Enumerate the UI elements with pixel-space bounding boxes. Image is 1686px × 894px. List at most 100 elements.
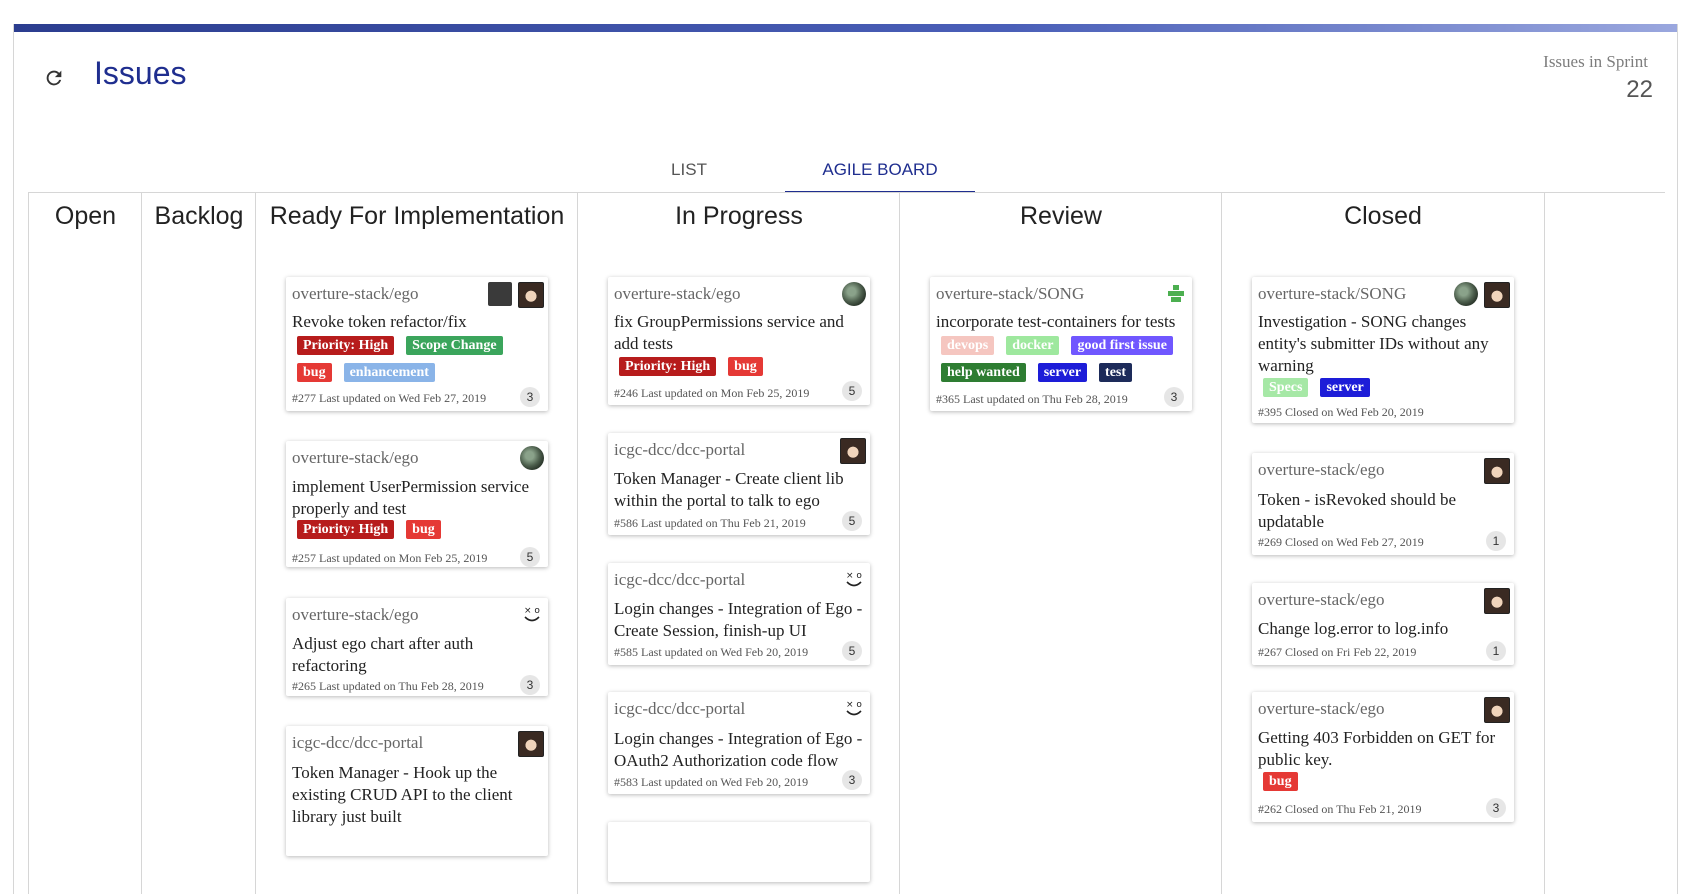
tab-agile-board[interactable]: AGILE BOARD [785,149,975,193]
label-badge: Priority: High [619,357,717,376]
issue-repo: overture-stack/ego [1258,699,1385,718]
comment-count: 5 [842,641,862,661]
column-review: Review overture-stack/SONG incorporate t… [899,193,1222,894]
smile-avatar: × o [842,568,866,592]
label-badge: Priority: High [297,336,395,355]
issue-meta: #365 Last updated on Thu Feb 28, 2019 [936,392,1128,406]
issue-repo: overture-stack/ego [292,284,419,303]
green-avatar [1164,282,1188,306]
issue-card[interactable] [608,822,870,882]
refresh-icon[interactable] [43,67,65,89]
woman-avatar [1484,697,1510,723]
label-badge: Specs [1263,378,1309,397]
issue-card[interactable]: overture-stack/ego Revoke token refactor… [286,277,548,411]
issue-title: Token Manager - Hook up the existing CRU… [292,763,513,826]
issue-card[interactable]: icgc-dcc/dcc-portal Token Manager - Crea… [608,433,870,535]
label-badge: Scope Change [406,336,503,355]
comment-count: 1 [1486,531,1506,551]
issue-title: incorporate test-containers for tests [936,312,1176,331]
issue-meta: #395 Closed on Wed Feb 20, 2019 [1258,405,1424,419]
issue-card[interactable]: overture-stack/ego × o Adjust ego chart … [286,598,548,696]
issue-repo: overture-stack/ego [1258,460,1385,479]
comment-count: 5 [842,381,862,401]
globe-avatar [842,282,866,306]
svg-text:× o: × o [524,606,540,616]
issues-panel: Issues Issues in Sprint 22 LIST AGILE BO… [13,24,1678,894]
woman-avatar [840,438,866,464]
column-title: Ready For Implementation [269,202,565,230]
issue-card[interactable]: icgc-dcc/dcc-portal × o Login changes - … [608,692,870,794]
label-badge: enhancement [343,363,435,382]
issue-title: Change log.error to log.info [1258,619,1449,638]
woman-avatar [518,731,544,757]
issue-title: Getting 403 Forbidden on GET for public … [1258,728,1496,769]
column-title: Backlog [154,202,244,230]
label-badge: Priority: High [297,520,395,539]
comment-count: 3 [1486,798,1506,818]
issue-repo: icgc-dcc/dcc-portal [614,440,746,459]
issue-meta: #246 Last updated on Mon Feb 25, 2019 [614,386,810,400]
globe-avatar [1454,282,1478,306]
issue-meta: #265 Last updated on Thu Feb 28, 2019 [292,679,484,693]
column-open: Open [28,193,142,894]
issue-card[interactable]: overture-stack/ego Getting 403 Forbidden… [1252,692,1514,822]
view-tabs: LIST AGILE BOARD [14,149,1677,193]
issue-card[interactable]: overture-stack/SONG Investigation - SONG… [1252,277,1514,423]
label-badge: bug [297,363,332,382]
column-ready: Ready For Implementation overture-stack/… [255,193,578,894]
comment-count: 5 [520,547,540,567]
column-title: Closed [1344,202,1422,230]
globe-avatar [520,446,544,470]
comment-count: 3 [520,675,540,695]
issue-title: implement UserPermission service properl… [292,477,530,518]
label-badge: bug [728,357,763,376]
issue-card[interactable]: icgc-dcc/dcc-portal × o Login changes - … [608,563,870,665]
woman-avatar [518,282,544,308]
woman-avatar [1484,282,1510,308]
issue-title: Investigation - SONG changes entity's su… [1258,312,1489,375]
issue-card[interactable]: overture-stack/SONG incorporate test-con… [930,277,1192,411]
issue-repo: overture-stack/SONG [1258,284,1407,303]
issue-repo: overture-stack/SONG [936,284,1085,303]
label-badge: server [1037,363,1088,382]
issue-meta: #257 Last updated on Mon Feb 25, 2019 [292,551,488,565]
issue-card[interactable]: overture-stack/ego implement UserPermiss… [286,441,548,567]
issue-card[interactable]: overture-stack/ego fix GroupPermissions … [608,277,870,405]
column-in-progress: In Progress overture-stack/ego fix Group… [577,193,900,894]
issue-meta: #277 Last updated on Wed Feb 27, 2019 [292,391,487,405]
photo-avatar [488,282,512,306]
column-title: Review [1020,202,1102,230]
issue-title: Token - isRevoked should be updatable [1258,490,1457,531]
column-title: Open [54,202,117,230]
label-badge: bug [406,520,441,539]
issue-repo: icgc-dcc/dcc-portal [614,699,746,718]
label-badge: server [1320,378,1370,397]
svg-text:× o: × o [846,700,862,710]
label-badge: bug [1263,772,1298,791]
label-badge: devops [941,336,995,355]
column-closed: Closed overture-stack/SONG Investigation… [1221,193,1545,894]
issue-meta: #262 Closed on Thu Feb 21, 2019 [1258,802,1422,816]
sprint-count: 22 [1626,76,1653,103]
comment-count: 3 [520,387,540,407]
comment-count: 3 [842,770,862,790]
issue-title: Token Manager - Create client lib within… [614,469,844,510]
smile-avatar: × o [520,603,544,627]
issue-title: Login changes - Integration of Ego - OAu… [614,729,863,770]
column-backlog: Backlog [141,193,256,894]
smile-avatar: × o [842,697,866,721]
issue-repo: overture-stack/ego [614,284,741,303]
issue-meta: #269 Closed on Wed Feb 27, 2019 [1258,535,1424,549]
issue-repo: overture-stack/ego [292,448,419,467]
label-badge: test [1099,363,1133,382]
issue-card[interactable]: overture-stack/ego Token - isRevoked sho… [1252,453,1514,555]
issue-repo: overture-stack/ego [1258,590,1385,609]
issue-meta: #586 Last updated on Thu Feb 21, 2019 [614,516,806,530]
issue-card[interactable]: overture-stack/ego Change log.error to l… [1252,583,1514,665]
page-title: Issues [94,55,187,91]
tab-list[interactable]: LIST [634,149,744,191]
comment-count: 3 [1164,387,1184,407]
issue-title: Login changes - Integration of Ego - Cre… [614,599,863,640]
issue-card[interactable]: icgc-dcc/dcc-portal Token Manager - Hook… [286,726,548,856]
agile-board: Open Backlog Ready For Implementation ov… [28,192,1665,894]
